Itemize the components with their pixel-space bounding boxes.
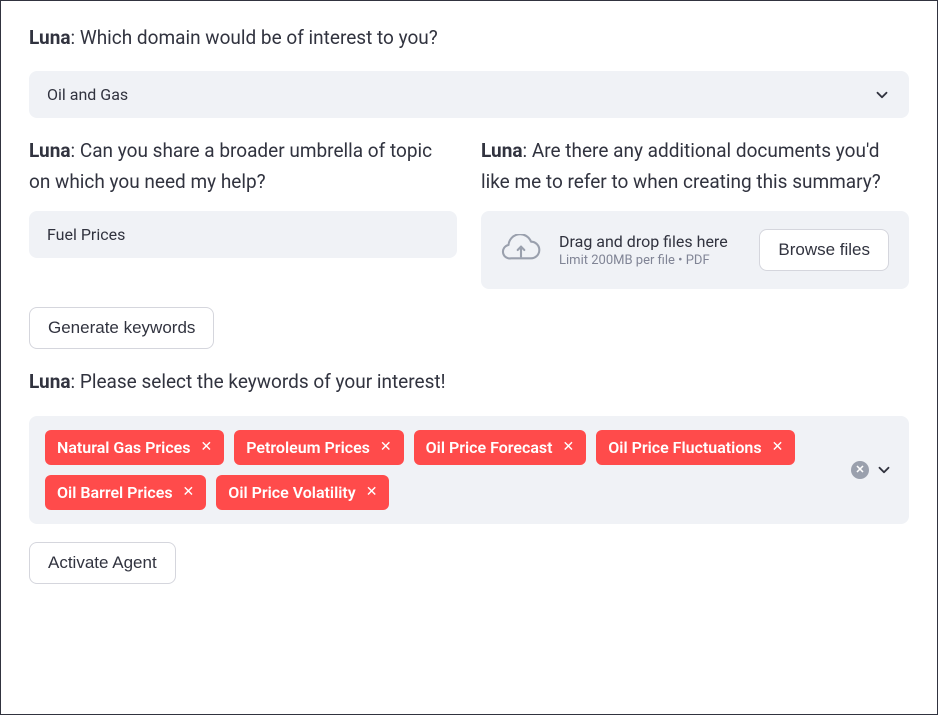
- topic-input[interactable]: Fuel Prices: [29, 211, 457, 258]
- upload-drag-text: Drag and drop files here: [559, 232, 741, 251]
- speaker-label: Luna: [29, 26, 71, 49]
- multiselect-controls: ✕: [851, 461, 893, 479]
- close-icon[interactable]: ✕: [366, 485, 378, 499]
- keyword-tag-label: Oil Barrel Prices: [57, 483, 173, 502]
- activate-agent-button[interactable]: Activate Agent: [29, 542, 176, 584]
- prompt-docs-text: Are there any additional documents you'd…: [481, 139, 881, 192]
- keyword-tag-label: Oil Price Volatility: [228, 483, 355, 502]
- keyword-tag-label: Oil Price Fluctuations: [608, 438, 761, 457]
- close-icon[interactable]: ✕: [563, 440, 575, 454]
- upload-text: Drag and drop files here Limit 200MB per…: [559, 232, 741, 268]
- prompt-keywords: Luna: Please select the keywords of your…: [29, 367, 909, 397]
- speaker-label: Luna: [29, 370, 71, 393]
- domain-select-value: Oil and Gas: [47, 85, 128, 104]
- keyword-tag-label: Oil Price Forecast: [426, 438, 553, 457]
- upload-limit-text: Limit 200MB per file • PDF: [559, 253, 741, 268]
- chevron-down-icon[interactable]: [875, 461, 893, 479]
- domain-select[interactable]: Oil and Gas: [29, 71, 909, 118]
- close-icon[interactable]: ✕: [201, 440, 213, 454]
- prompt-topic-text: Can you share a broader umbrella of topi…: [29, 139, 432, 192]
- cloud-upload-icon: [501, 234, 541, 266]
- close-icon[interactable]: ✕: [772, 440, 784, 454]
- keyword-tag[interactable]: Natural Gas Prices ✕: [45, 430, 224, 465]
- prompt-domain: Luna: Which domain would be of interest …: [29, 23, 909, 53]
- file-uploader[interactable]: Drag and drop files here Limit 200MB per…: [481, 211, 909, 289]
- keyword-tags-container: Natural Gas Prices✕Petroleum Prices✕Oil …: [45, 430, 839, 510]
- left-col: Luna: Can you share a broader umbrella o…: [29, 136, 457, 289]
- right-col: Luna: Are there any additional documents…: [481, 136, 909, 289]
- keyword-tag-label: Natural Gas Prices: [57, 438, 191, 457]
- prompt-keywords-text: Please select the keywords of your inter…: [80, 370, 446, 393]
- generate-keywords-button[interactable]: Generate keywords: [29, 307, 214, 349]
- close-icon[interactable]: ✕: [183, 485, 195, 499]
- keyword-tag[interactable]: Oil Price Fluctuations ✕: [596, 430, 795, 465]
- keyword-tag[interactable]: Petroleum Prices ✕: [234, 430, 403, 465]
- prompt-domain-text: Which domain would be of interest to you…: [80, 26, 438, 49]
- app-frame: Luna: Which domain would be of interest …: [0, 0, 938, 715]
- two-column-row: Luna: Can you share a broader umbrella o…: [29, 136, 909, 289]
- keyword-tag[interactable]: Oil Price Volatility ✕: [216, 475, 389, 510]
- speaker-label: Luna: [481, 139, 523, 162]
- keyword-tag[interactable]: Oil Price Forecast ✕: [414, 430, 587, 465]
- speaker-label: Luna: [29, 139, 71, 162]
- topic-input-value: Fuel Prices: [47, 225, 125, 244]
- prompt-docs: Luna: Are there any additional documents…: [481, 136, 909, 197]
- keyword-tag[interactable]: Oil Barrel Prices ✕: [45, 475, 206, 510]
- prompt-topic: Luna: Can you share a broader umbrella o…: [29, 136, 457, 197]
- chevron-down-icon: [873, 86, 891, 104]
- keywords-multiselect[interactable]: Natural Gas Prices✕Petroleum Prices✕Oil …: [29, 416, 909, 524]
- clear-all-icon[interactable]: ✕: [851, 461, 869, 479]
- keyword-tag-label: Petroleum Prices: [246, 438, 370, 457]
- close-icon[interactable]: ✕: [380, 440, 392, 454]
- browse-files-button[interactable]: Browse files: [759, 229, 889, 271]
